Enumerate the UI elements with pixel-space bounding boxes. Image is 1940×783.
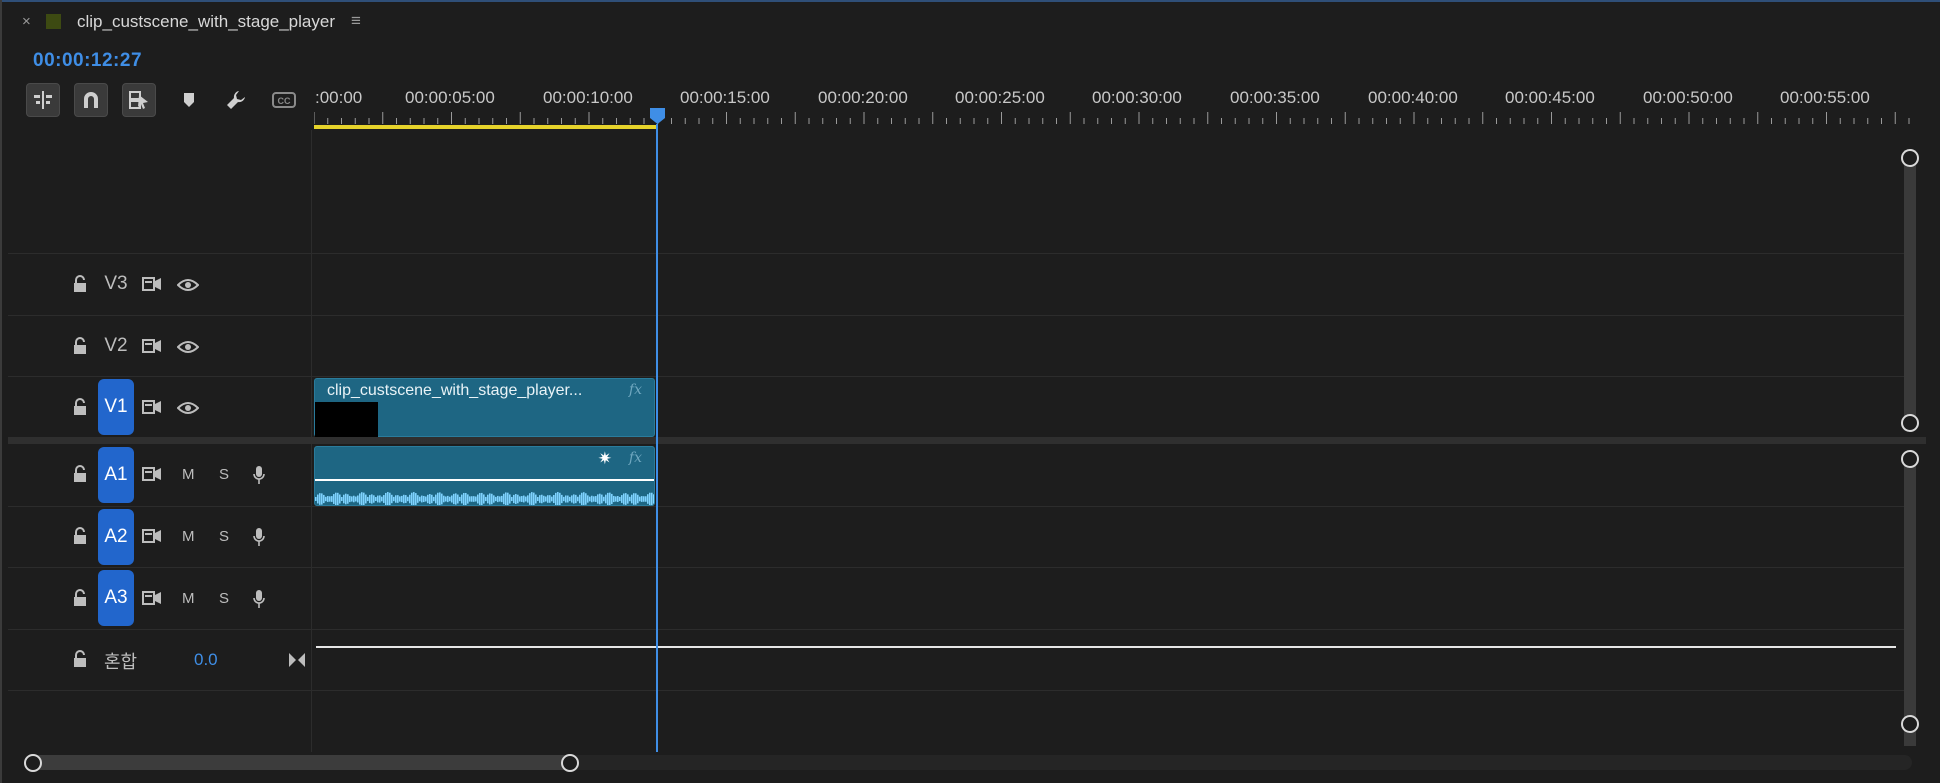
eye-icon[interactable] — [177, 401, 199, 415]
sync-lock-icon[interactable] — [142, 528, 162, 544]
lock-icon[interactable] — [72, 465, 88, 483]
sync-lock-icon[interactable] — [142, 590, 162, 606]
ruler-label: 00:00:55:00 — [1780, 88, 1870, 107]
captions-icon: CC — [272, 92, 296, 108]
close-tab-button[interactable]: × — [22, 13, 31, 30]
sync-lock-icon[interactable] — [142, 276, 162, 292]
insert-sequence-nest-button[interactable] — [26, 83, 60, 117]
keyframe-star-icon[interactable]: ✷ — [598, 449, 612, 469]
mix-track-label: 혼합 — [104, 652, 138, 672]
ruler-label: 00:00:30:00 — [1092, 88, 1182, 107]
mute-toggle[interactable]: M — [182, 528, 195, 545]
captions-button[interactable]: CC — [267, 83, 301, 117]
add-marker-button[interactable] — [172, 83, 206, 117]
wrench-settings-icon — [227, 91, 245, 109]
video-vertical-scrollbar[interactable] — [1904, 150, 1916, 428]
ruler-label: 00:00:05:00 — [405, 88, 495, 107]
snap-toggle-button[interactable] — [74, 83, 108, 117]
sequence-tab-title[interactable]: clip_custscene_with_stage_player — [77, 12, 335, 32]
track-label-v3[interactable]: V3 — [98, 256, 134, 312]
sync-lock-icon[interactable] — [142, 399, 162, 415]
ruler-label: :00:00 — [315, 88, 363, 107]
track-label-a2[interactable]: A2 — [98, 509, 134, 565]
timeline-panel: × clip_custscene_with_stage_player ≡ 00:… — [0, 0, 1940, 783]
ruler-label: 00:00:50:00 — [1643, 88, 1733, 107]
lock-icon[interactable] — [72, 527, 88, 545]
track-divider — [8, 253, 1904, 254]
mix-expand-icon[interactable] — [288, 652, 306, 668]
lock-icon[interactable] — [72, 650, 88, 668]
sequence-color-swatch — [46, 14, 61, 29]
insert-sequence-nest-icon — [34, 91, 52, 109]
zoom-handle-right[interactable] — [561, 754, 579, 772]
track-label-a1[interactable]: A1 — [98, 447, 134, 503]
video-clip[interactable]: clip_custscene_with_stage_player... fx — [314, 378, 655, 437]
linked-selection-icon — [129, 91, 148, 109]
ruler-label: 00:00:35:00 — [1230, 88, 1320, 107]
ruler-label: 00:00:15:00 — [680, 88, 770, 107]
horizontal-scrollbar-thumb[interactable] — [24, 755, 572, 770]
track-label-a3[interactable]: A3 — [98, 570, 134, 626]
track-label-v1[interactable]: V1 — [98, 379, 134, 435]
video-audio-divider[interactable] — [8, 437, 1926, 444]
playhead-line[interactable] — [656, 124, 658, 752]
scrollbar-handle[interactable] — [1901, 414, 1919, 432]
mix-volume-line[interactable] — [316, 646, 1896, 648]
playhead-handle-icon[interactable] — [650, 108, 665, 124]
mute-toggle[interactable]: M — [182, 466, 195, 483]
solo-toggle[interactable]: S — [219, 590, 229, 607]
panel-focus-line — [2, 0, 1940, 2]
track-divider — [8, 376, 1904, 377]
solo-toggle[interactable]: S — [219, 528, 229, 545]
audio-waveform — [315, 479, 654, 505]
playhead-timecode[interactable]: 00:00:12:27 — [33, 50, 142, 72]
lock-icon[interactable] — [72, 275, 88, 293]
fx-badge-icon[interactable]: fx — [629, 450, 642, 466]
ruler-label: 00:00:20:00 — [818, 88, 908, 107]
linked-selection-button[interactable] — [122, 83, 156, 117]
ruler-label: 00:00:40:00 — [1368, 88, 1458, 107]
zoom-handle-left[interactable] — [24, 754, 42, 772]
microphone-icon[interactable] — [252, 589, 266, 609]
lock-icon[interactable] — [72, 398, 88, 416]
timeline-settings-button[interactable] — [219, 83, 253, 117]
scrollbar-handle[interactable] — [1901, 450, 1919, 468]
track-divider — [8, 567, 1904, 568]
snap-magnet-icon — [84, 92, 98, 108]
ruler-label: 00:00:45:00 — [1505, 88, 1595, 107]
audio-clip[interactable]: ✷ fx — [314, 446, 655, 506]
add-marker-icon — [184, 93, 194, 107]
scrollbar-handle[interactable] — [1901, 715, 1919, 733]
panel-menu-button[interactable]: ≡ — [351, 11, 361, 31]
audio-vertical-scrollbar[interactable] — [1904, 458, 1916, 746]
track-label-v2[interactable]: V2 — [98, 318, 134, 374]
track-divider — [8, 315, 1904, 316]
solo-toggle[interactable]: S — [219, 466, 229, 483]
ruler-label: 00:00:25:00 — [955, 88, 1045, 107]
video-clip-thumbnail — [315, 402, 378, 437]
scrollbar-handle[interactable] — [1901, 149, 1919, 167]
lock-icon[interactable] — [72, 337, 88, 355]
microphone-icon[interactable] — [252, 527, 266, 547]
eye-icon[interactable] — [177, 340, 199, 354]
track-divider — [8, 506, 1904, 507]
track-divider — [8, 690, 1904, 691]
sync-lock-icon[interactable] — [142, 338, 162, 354]
ruler-label: 00:00:10:00 — [543, 88, 633, 107]
fx-badge-icon[interactable]: fx — [629, 382, 642, 398]
svg-text:CC: CC — [278, 96, 291, 106]
mix-volume-value[interactable]: 0.0 — [194, 650, 218, 670]
sync-lock-icon[interactable] — [142, 466, 162, 482]
video-clip-name: clip_custscene_with_stage_player... — [327, 382, 583, 399]
mute-toggle[interactable]: M — [182, 590, 195, 607]
microphone-icon[interactable] — [252, 465, 266, 485]
work-area-bar[interactable] — [314, 125, 656, 129]
eye-icon[interactable] — [177, 278, 199, 292]
lock-icon[interactable] — [72, 589, 88, 607]
track-divider — [8, 629, 1904, 630]
